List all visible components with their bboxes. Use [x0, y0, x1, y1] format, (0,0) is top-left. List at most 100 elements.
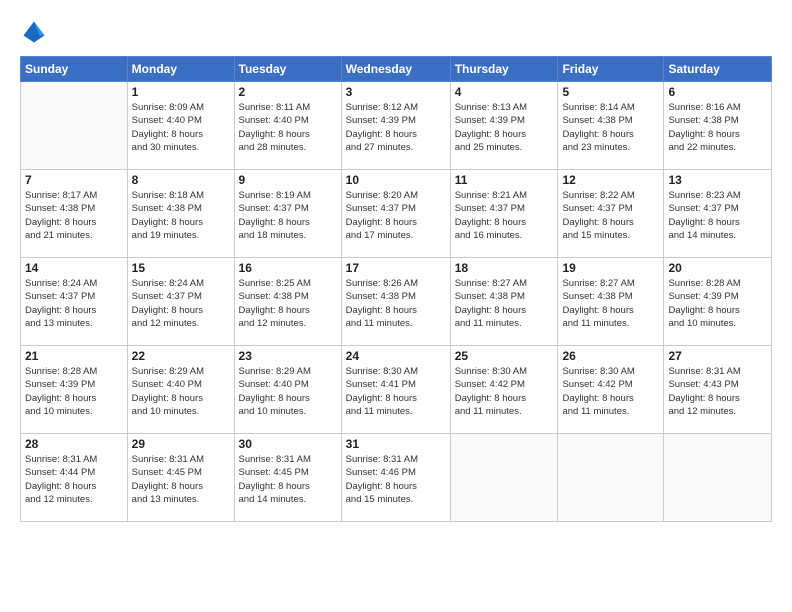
calendar-cell: 22 Sunrise: 8:29 AM Sunset: 4:40 PM Dayli… [127, 346, 234, 434]
calendar-cell: 31 Sunrise: 8:31 AM Sunset: 4:46 PM Dayli… [341, 434, 450, 522]
day-info: Sunrise: 8:12 AM Sunset: 4:39 PM Dayligh… [346, 101, 446, 154]
calendar-cell [450, 434, 558, 522]
day-number: 21 [25, 349, 123, 363]
calendar-week-row: 14Sunrise: 8:24 AM Sunset: 4:37 PM Dayli… [21, 258, 772, 346]
day-number: 23 [239, 349, 337, 363]
day-number: 16 [239, 261, 337, 275]
day-info: Sunrise: 8:28 AM Sunset: 4:39 PM Dayligh… [668, 277, 767, 330]
calendar-week-row: 28 Sunrise: 8:31 AM Sunset: 4:44 PM Dayli… [21, 434, 772, 522]
calendar-cell: 3 Sunrise: 8:12 AM Sunset: 4:39 PM Daylig… [341, 82, 450, 170]
calendar-cell: 26 Sunrise: 8:30 AM Sunset: 4:42 PM Dayli… [558, 346, 664, 434]
day-number: 27 [668, 349, 767, 363]
calendar-cell: 6 Sunrise: 8:16 AM Sunset: 4:38 PM Daylig… [664, 82, 772, 170]
calendar-cell: 5 Sunrise: 8:14 AM Sunset: 4:38 PM Daylig… [558, 82, 664, 170]
weekday-header: Tuesday [234, 57, 341, 82]
weekday-header: Monday [127, 57, 234, 82]
day-number: 2 [239, 85, 337, 99]
day-number: 30 [239, 437, 337, 451]
calendar-cell: 17Sunrise: 8:26 AM Sunset: 4:38 PM Dayli… [341, 258, 450, 346]
calendar-cell: 15Sunrise: 8:24 AM Sunset: 4:37 PM Dayli… [127, 258, 234, 346]
weekday-header: Thursday [450, 57, 558, 82]
day-info: Sunrise: 8:29 AM Sunset: 4:40 PM Dayligh… [239, 365, 337, 418]
day-info: Sunrise: 8:14 AM Sunset: 4:38 PM Dayligh… [562, 101, 659, 154]
day-info: Sunrise: 8:30 AM Sunset: 4:42 PM Dayligh… [455, 365, 554, 418]
calendar-cell: 8Sunrise: 8:18 AM Sunset: 4:38 PM Daylig… [127, 170, 234, 258]
day-number: 4 [455, 85, 554, 99]
day-info: Sunrise: 8:13 AM Sunset: 4:39 PM Dayligh… [455, 101, 554, 154]
weekday-row: SundayMondayTuesdayWednesdayThursdayFrid… [21, 57, 772, 82]
day-info: Sunrise: 8:27 AM Sunset: 4:38 PM Dayligh… [455, 277, 554, 330]
calendar-cell [21, 82, 128, 170]
calendar-table: SundayMondayTuesdayWednesdayThursdayFrid… [20, 56, 772, 522]
day-info: Sunrise: 8:24 AM Sunset: 4:37 PM Dayligh… [25, 277, 123, 330]
calendar-cell: 28 Sunrise: 8:31 AM Sunset: 4:44 PM Dayli… [21, 434, 128, 522]
day-number: 13 [668, 173, 767, 187]
weekday-header: Friday [558, 57, 664, 82]
day-number: 7 [25, 173, 123, 187]
day-info: Sunrise: 8:22 AM Sunset: 4:37 PM Dayligh… [562, 189, 659, 242]
calendar-cell: 13Sunrise: 8:23 AM Sunset: 4:37 PM Dayli… [664, 170, 772, 258]
calendar-week-row: 21 Sunrise: 8:28 AM Sunset: 4:39 PM Dayli… [21, 346, 772, 434]
day-info: Sunrise: 8:31 AM Sunset: 4:45 PM Dayligh… [132, 453, 230, 506]
day-number: 19 [562, 261, 659, 275]
weekday-header: Sunday [21, 57, 128, 82]
calendar-cell: 4 Sunrise: 8:13 AM Sunset: 4:39 PM Daylig… [450, 82, 558, 170]
logo-icon [20, 18, 48, 46]
day-info: Sunrise: 8:31 AM Sunset: 4:43 PM Dayligh… [668, 365, 767, 418]
day-number: 26 [562, 349, 659, 363]
calendar-cell: 21 Sunrise: 8:28 AM Sunset: 4:39 PM Dayli… [21, 346, 128, 434]
day-info: Sunrise: 8:20 AM Sunset: 4:37 PM Dayligh… [346, 189, 446, 242]
calendar-cell: 20 Sunrise: 8:28 AM Sunset: 4:39 PM Dayli… [664, 258, 772, 346]
day-info: Sunrise: 8:26 AM Sunset: 4:38 PM Dayligh… [346, 277, 446, 330]
day-number: 5 [562, 85, 659, 99]
calendar-cell [558, 434, 664, 522]
day-info: Sunrise: 8:30 AM Sunset: 4:42 PM Dayligh… [562, 365, 659, 418]
day-number: 12 [562, 173, 659, 187]
calendar-cell: 16 Sunrise: 8:25 AM Sunset: 4:38 PM Dayli… [234, 258, 341, 346]
day-info: Sunrise: 8:21 AM Sunset: 4:37 PM Dayligh… [455, 189, 554, 242]
calendar-cell: 30 Sunrise: 8:31 AM Sunset: 4:45 PM Dayli… [234, 434, 341, 522]
calendar-cell: 2 Sunrise: 8:11 AM Sunset: 4:40 PM Daylig… [234, 82, 341, 170]
calendar-cell: 24 Sunrise: 8:30 AM Sunset: 4:41 PM Dayli… [341, 346, 450, 434]
day-info: Sunrise: 8:25 AM Sunset: 4:38 PM Dayligh… [239, 277, 337, 330]
day-info: Sunrise: 8:30 AM Sunset: 4:41 PM Dayligh… [346, 365, 446, 418]
day-number: 3 [346, 85, 446, 99]
day-number: 29 [132, 437, 230, 451]
day-number: 31 [346, 437, 446, 451]
day-number: 24 [346, 349, 446, 363]
calendar-cell: 18 Sunrise: 8:27 AM Sunset: 4:38 PM Dayli… [450, 258, 558, 346]
day-number: 18 [455, 261, 554, 275]
day-number: 22 [132, 349, 230, 363]
day-number: 6 [668, 85, 767, 99]
calendar-cell: 1 Sunrise: 8:09 AM Sunset: 4:40 PM Daylig… [127, 82, 234, 170]
day-info: Sunrise: 8:27 AM Sunset: 4:38 PM Dayligh… [562, 277, 659, 330]
day-info: Sunrise: 8:31 AM Sunset: 4:45 PM Dayligh… [239, 453, 337, 506]
day-number: 25 [455, 349, 554, 363]
calendar-week-row: 1 Sunrise: 8:09 AM Sunset: 4:40 PM Daylig… [21, 82, 772, 170]
calendar-week-row: 7Sunrise: 8:17 AM Sunset: 4:38 PM Daylig… [21, 170, 772, 258]
calendar-cell: 27 Sunrise: 8:31 AM Sunset: 4:43 PM Dayli… [664, 346, 772, 434]
day-number: 20 [668, 261, 767, 275]
calendar-cell: 14Sunrise: 8:24 AM Sunset: 4:37 PM Dayli… [21, 258, 128, 346]
day-info: Sunrise: 8:24 AM Sunset: 4:37 PM Dayligh… [132, 277, 230, 330]
day-info: Sunrise: 8:18 AM Sunset: 4:38 PM Dayligh… [132, 189, 230, 242]
day-info: Sunrise: 8:28 AM Sunset: 4:39 PM Dayligh… [25, 365, 123, 418]
calendar-cell: 25 Sunrise: 8:30 AM Sunset: 4:42 PM Dayli… [450, 346, 558, 434]
day-info: Sunrise: 8:16 AM Sunset: 4:38 PM Dayligh… [668, 101, 767, 154]
day-info: Sunrise: 8:31 AM Sunset: 4:46 PM Dayligh… [346, 453, 446, 506]
calendar-cell: 29 Sunrise: 8:31 AM Sunset: 4:45 PM Dayli… [127, 434, 234, 522]
day-number: 28 [25, 437, 123, 451]
day-number: 1 [132, 85, 230, 99]
day-info: Sunrise: 8:11 AM Sunset: 4:40 PM Dayligh… [239, 101, 337, 154]
calendar-cell [664, 434, 772, 522]
calendar-cell: 10Sunrise: 8:20 AM Sunset: 4:37 PM Dayli… [341, 170, 450, 258]
day-number: 9 [239, 173, 337, 187]
calendar-cell: 19 Sunrise: 8:27 AM Sunset: 4:38 PM Dayli… [558, 258, 664, 346]
day-info: Sunrise: 8:09 AM Sunset: 4:40 PM Dayligh… [132, 101, 230, 154]
calendar-cell: 9Sunrise: 8:19 AM Sunset: 4:37 PM Daylig… [234, 170, 341, 258]
day-info: Sunrise: 8:29 AM Sunset: 4:40 PM Dayligh… [132, 365, 230, 418]
calendar-cell: 12 Sunrise: 8:22 AM Sunset: 4:37 PM Dayli… [558, 170, 664, 258]
calendar-cell: 7Sunrise: 8:17 AM Sunset: 4:38 PM Daylig… [21, 170, 128, 258]
header [20, 18, 772, 46]
day-info: Sunrise: 8:31 AM Sunset: 4:44 PM Dayligh… [25, 453, 123, 506]
